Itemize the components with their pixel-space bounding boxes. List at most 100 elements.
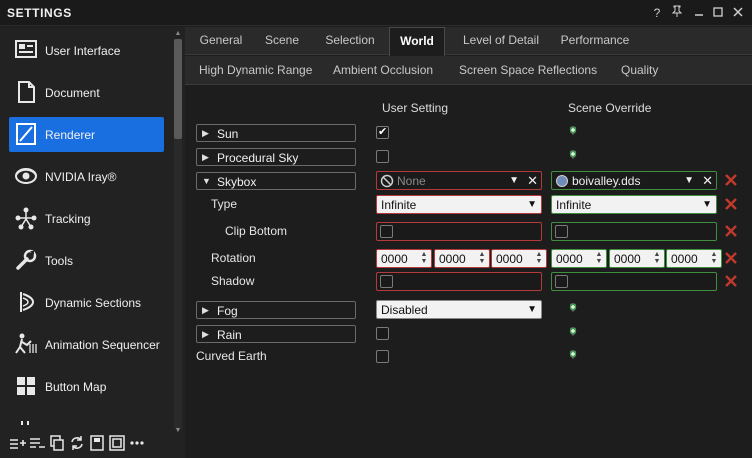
- spinner-arrows-icon[interactable]: ▲ ▼: [477, 251, 487, 266]
- skybox-override-field[interactable]: boivalley.dds ▼ ✕: [551, 171, 717, 190]
- scrollbar-thumb[interactable]: [174, 39, 182, 139]
- pin-icon[interactable]: [668, 4, 686, 22]
- skybox-user-field[interactable]: None ▼ ✕: [376, 171, 542, 190]
- tab-quality[interactable]: Quality: [621, 56, 658, 85]
- rotation-override-z[interactable]: 0000 ▲ ▼: [666, 249, 722, 268]
- sidebar-item-nvidia-iray[interactable]: NVIDIA Iray®: [9, 159, 164, 194]
- tab-scene[interactable]: Scene: [255, 27, 309, 55]
- shadow-override-checkbox[interactable]: [555, 275, 568, 288]
- spinner-arrows-icon[interactable]: ▲ ▼: [709, 251, 719, 266]
- rain-user-checkbox[interactable]: [376, 327, 389, 340]
- add-override-icon[interactable]: [566, 302, 580, 316]
- scroll-up-icon[interactable]: ▲: [174, 30, 182, 38]
- column-header-user-setting: User Setting: [382, 101, 449, 115]
- rotation-user-x[interactable]: 0000 ▲ ▼: [376, 249, 432, 268]
- sun-expander[interactable]: ▶ Sun: [196, 124, 356, 142]
- add-override-icon[interactable]: [566, 149, 580, 163]
- add-icon[interactable]: [8, 434, 26, 452]
- rotation-value: 0000: [439, 252, 466, 266]
- sidebar-item-dynamic-sections[interactable]: Dynamic Sections: [9, 285, 164, 320]
- row-label-procedural-sky: Procedural Sky: [217, 151, 299, 165]
- shadow-user-field[interactable]: [376, 272, 542, 291]
- spinner-arrows-icon[interactable]: ▲ ▼: [534, 251, 544, 266]
- spinner-arrows-icon[interactable]: ▲ ▼: [652, 251, 662, 266]
- spinner-arrows-icon[interactable]: ▲ ▼: [419, 251, 429, 266]
- procedural-sky-user-checkbox[interactable]: [376, 150, 389, 163]
- clear-field-icon[interactable]: ✕: [527, 173, 538, 189]
- tab-performance[interactable]: Performance: [555, 27, 635, 55]
- shadow-override-field[interactable]: [551, 272, 717, 291]
- sidebar-item-user-interface[interactable]: User Interface: [9, 33, 164, 68]
- rain-expander[interactable]: ▶ Rain: [196, 325, 356, 343]
- tracking-icon: [13, 205, 39, 231]
- sidebar-item-document[interactable]: Document: [9, 75, 164, 110]
- sidebar-item-label: Dynamic Sections: [45, 296, 142, 310]
- expand-right-icon: ▶: [202, 152, 209, 162]
- clip-bottom-override-field[interactable]: [551, 222, 717, 241]
- rotation-user-z[interactable]: 0000 ▲ ▼: [491, 249, 547, 268]
- help-button[interactable]: ?: [648, 4, 666, 22]
- sidebar-item-next[interactable]: [9, 411, 164, 425]
- save-icon[interactable]: [88, 434, 106, 452]
- sidebar-scrollbar[interactable]: ▲ ▼: [174, 30, 182, 434]
- type-user-select[interactable]: Infinite ▼: [376, 195, 542, 214]
- shadow-user-checkbox[interactable]: [380, 275, 393, 288]
- rotation-value: 0000: [381, 252, 408, 266]
- remove-override-icon[interactable]: [724, 251, 738, 265]
- clip-bottom-user-checkbox[interactable]: [380, 225, 393, 238]
- tab-screen-space-reflections[interactable]: Screen Space Reflections: [459, 56, 597, 85]
- sun-user-checkbox[interactable]: [376, 125, 389, 139]
- add-override-icon[interactable]: [566, 326, 580, 340]
- tab-general[interactable]: General: [191, 27, 251, 55]
- tab-world[interactable]: World: [389, 27, 445, 56]
- skybox-expander[interactable]: ▼ Skybox: [196, 172, 356, 190]
- button-map-icon: [13, 373, 39, 399]
- tab-high-dynamic-range[interactable]: High Dynamic Range: [199, 56, 312, 85]
- remove-override-icon[interactable]: [724, 274, 738, 288]
- maximize-icon[interactable]: [709, 4, 727, 22]
- rotation-override-y[interactable]: 0000 ▲ ▼: [609, 249, 665, 268]
- rotation-value: 0000: [556, 252, 583, 266]
- main-panel: General Scene Selection World Level of D…: [185, 27, 752, 458]
- tab-selection[interactable]: Selection: [315, 27, 385, 55]
- sync-icon[interactable]: [68, 434, 86, 452]
- row-label-type: Type: [211, 197, 238, 211]
- tab-ambient-occlusion[interactable]: Ambient Occlusion: [333, 56, 433, 85]
- type-override-select[interactable]: Infinite ▼: [551, 195, 717, 214]
- tab-level-of-detail[interactable]: Level of Detail: [451, 27, 551, 55]
- sidebar-item-button-map[interactable]: Button Map: [9, 369, 164, 404]
- add-override-icon[interactable]: [566, 349, 580, 363]
- texture-icon: [555, 174, 569, 191]
- skybox-override-value: boivalley.dds: [572, 174, 641, 188]
- rotation-override-x[interactable]: 0000 ▲ ▼: [551, 249, 607, 268]
- fog-expander[interactable]: ▶ Fog: [196, 301, 356, 319]
- add-list-icon[interactable]: [28, 434, 46, 452]
- sidebar-item-tools[interactable]: Tools: [9, 243, 164, 278]
- more-icon[interactable]: [128, 434, 146, 452]
- spinner-arrows-icon[interactable]: ▲ ▼: [594, 251, 604, 266]
- skybox-user-value: None: [397, 174, 426, 188]
- remove-override-icon[interactable]: [724, 224, 738, 238]
- remove-override-icon[interactable]: [724, 173, 738, 187]
- partial-icon: [13, 415, 39, 425]
- remove-override-icon[interactable]: [724, 197, 738, 211]
- frame-icon[interactable]: [108, 434, 126, 452]
- sidebar-item-tracking[interactable]: Tracking: [9, 201, 164, 236]
- close-icon[interactable]: [729, 4, 747, 22]
- title-bar: SETTINGS ?: [0, 0, 752, 26]
- chevron-down-icon[interactable]: ▼: [509, 175, 519, 186]
- copy-icon[interactable]: [48, 434, 66, 452]
- chevron-down-icon: ▼: [702, 199, 712, 210]
- clip-bottom-override-checkbox[interactable]: [555, 225, 568, 238]
- procedural-sky-expander[interactable]: ▶ Procedural Sky: [196, 148, 356, 166]
- add-override-icon[interactable]: [566, 125, 580, 139]
- sidebar-item-renderer[interactable]: Renderer: [9, 117, 164, 152]
- rotation-user-y[interactable]: 0000 ▲ ▼: [434, 249, 490, 268]
- clip-bottom-user-field[interactable]: [376, 222, 542, 241]
- minimize-icon[interactable]: [690, 4, 708, 22]
- curved-earth-user-checkbox[interactable]: [376, 350, 389, 363]
- sidebar-item-animation-sequencer[interactable]: Animation Sequencer: [9, 327, 164, 362]
- fog-user-select[interactable]: Disabled ▼: [376, 300, 542, 319]
- clear-field-icon[interactable]: ✕: [702, 173, 713, 189]
- chevron-down-icon[interactable]: ▼: [684, 175, 694, 186]
